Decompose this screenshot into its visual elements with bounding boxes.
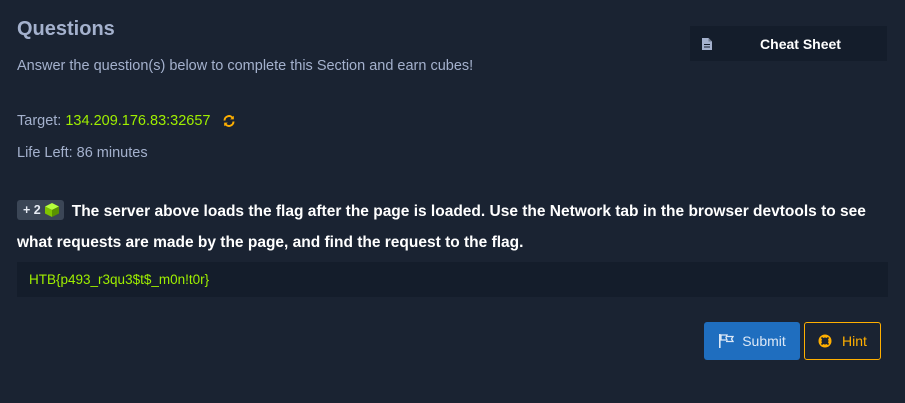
reward-points: + 2: [23, 203, 41, 217]
reward-badge: + 2: [17, 200, 64, 220]
answer-field[interactable]: [17, 262, 888, 297]
life-left: Life Left: 86 minutes: [17, 145, 148, 161]
question: + 2 The server above loads the flag afte…: [17, 196, 892, 258]
submit-button[interactable]: Submit: [704, 322, 800, 360]
hint-label: Hint: [842, 333, 867, 349]
document-icon: [702, 37, 712, 53]
cheat-sheet-label: Cheat Sheet: [760, 35, 841, 52]
submit-label: Submit: [742, 333, 786, 349]
target-label: Target:: [17, 113, 62, 129]
question-text: The server above loads the flag after th…: [17, 203, 866, 251]
lifebuoy-icon: [818, 334, 832, 348]
cheat-sheet-button[interactable]: Cheat Sheet: [690, 26, 887, 61]
answer-input[interactable]: [29, 272, 876, 287]
cube-icon: [44, 202, 60, 218]
target-row: Target: 134.209.176.83:32657: [17, 113, 236, 129]
section-subtitle: Answer the question(s) below to complete…: [17, 58, 474, 74]
flag-icon: [718, 334, 735, 348]
target-ip: 134.209.176.83:32657: [65, 113, 211, 129]
hint-button[interactable]: Hint: [804, 322, 881, 360]
section-title: Questions: [17, 18, 115, 40]
refresh-icon[interactable]: [222, 114, 236, 128]
